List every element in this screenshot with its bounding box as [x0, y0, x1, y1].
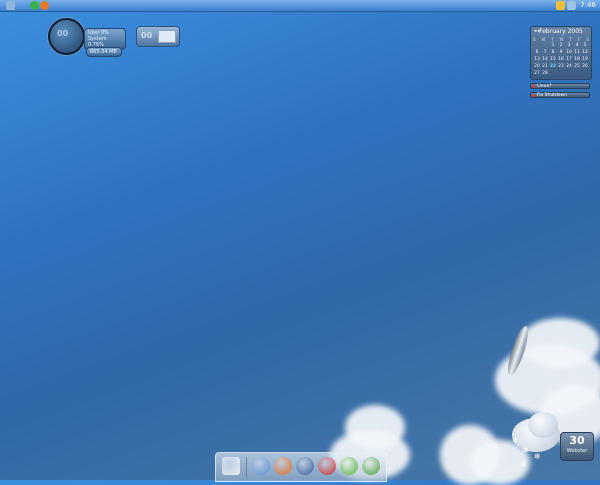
calendar-day[interactable]: 8	[549, 50, 557, 57]
calendar-day[interactable]: 24	[565, 64, 573, 71]
calendar-grid: 1 2 3 4 5 6 7 8 9 10 11 12 13 14 15 16 17 18 19 20 21 22 23 24 2…	[533, 43, 589, 78]
flag-icon[interactable]	[556, 1, 565, 10]
top-taskbar: 7:46	[0, 0, 600, 12]
calendar-day[interactable]: 6	[533, 50, 541, 57]
calendar-title: February 2005	[539, 28, 583, 35]
calendar-weekday: S	[586, 37, 589, 42]
calendar-day[interactable]: 9	[557, 50, 565, 57]
task-item[interactable]: Fix Shutdown	[530, 92, 590, 98]
calendar-day	[573, 71, 581, 78]
envelope-icon	[158, 30, 176, 43]
snowflake-icon: ❄	[534, 452, 541, 461]
firefox-icon[interactable]	[274, 457, 292, 475]
calendar-day[interactable]: 22	[549, 64, 557, 71]
snowflake-icon: ❄	[522, 446, 529, 455]
calendar-day[interactable]: 21	[541, 64, 549, 71]
calendar-day	[557, 71, 565, 78]
calendar-weekday: S	[533, 37, 536, 42]
calendar-day[interactable]: 28	[541, 71, 549, 78]
snowflake-icon: ❄	[512, 436, 519, 445]
task-priority-dot	[532, 85, 535, 88]
temperature: 30	[569, 434, 585, 447]
dock-separator	[246, 457, 247, 477]
snowflake-icon: ❄	[520, 460, 527, 469]
task-priority-dot	[532, 94, 535, 97]
mail-gadget[interactable]: 00	[136, 26, 180, 47]
calendar-day[interactable]: 14	[541, 57, 549, 64]
red-app-icon[interactable]	[318, 457, 336, 475]
notepad-icon[interactable]	[362, 457, 380, 475]
calendar-day[interactable]: 2	[557, 43, 565, 50]
calendar-day[interactable]: 7	[541, 50, 549, 57]
task-label: Fix Shutdown	[537, 93, 568, 98]
gauge-readout: 00	[57, 29, 69, 38]
calendar-day	[581, 71, 589, 78]
weather-readout: 30 Webster	[560, 432, 594, 461]
calendar-day[interactable]: 11	[573, 50, 581, 57]
calendar-day	[549, 71, 557, 78]
finder-runner-icon[interactable]	[252, 457, 270, 475]
task-label: Linux?	[537, 84, 552, 89]
cloud-puff	[528, 412, 558, 438]
green-globe-icon[interactable]	[30, 1, 39, 10]
dock	[215, 452, 387, 482]
mail-count: 00	[141, 31, 153, 40]
calendar-day[interactable]: 3	[565, 43, 573, 50]
memory-text: 665.34 MB	[90, 49, 117, 55]
calendar-day	[565, 71, 573, 78]
network-icon[interactable]	[567, 1, 576, 10]
calendar-weekday: T	[569, 37, 572, 42]
calendar-day[interactable]: 23	[557, 64, 565, 71]
memory-pill: 665.34 MB	[86, 47, 122, 57]
calendar-day[interactable]: 17	[565, 57, 573, 64]
calendar-day[interactable]: 15	[549, 57, 557, 64]
calendar-day[interactable]: 12	[581, 50, 589, 57]
calendar-day[interactable]: 18	[573, 57, 581, 64]
firefox-icon[interactable]	[40, 1, 49, 10]
calendar-day[interactable]: 27	[533, 71, 541, 78]
calendar-weekdays: SMTWTFS	[533, 37, 589, 42]
calendar-day	[533, 43, 541, 50]
drive-icon[interactable]	[222, 457, 240, 475]
calendar-day[interactable]: 4	[573, 43, 581, 50]
task-item[interactable]: Linux?	[530, 83, 590, 89]
calendar-day[interactable]: 20	[533, 64, 541, 71]
calendar-day[interactable]: 26	[581, 64, 589, 71]
calendar-day	[541, 43, 549, 50]
start-icon[interactable]	[6, 1, 15, 10]
calendar-day[interactable]: 13	[533, 57, 541, 64]
pen-desk-icon[interactable]	[296, 457, 314, 475]
calendar-day[interactable]: 19	[581, 57, 589, 64]
calendar-weekday: W	[559, 37, 564, 42]
calendar-day[interactable]: 1	[549, 43, 557, 50]
calendar-day[interactable]: 10	[565, 50, 573, 57]
calendar-day[interactable]: 25	[573, 64, 581, 71]
green-app-icon[interactable]	[340, 457, 358, 475]
weather-city: Webster	[566, 448, 588, 454]
calendar-weekday: T	[551, 37, 554, 42]
calendar-day[interactable]: 16	[557, 57, 565, 64]
clock[interactable]: 7:46	[580, 0, 596, 11]
calendar-gadget[interactable]: ◂ ▸ February 2005 SMTWTFS 1 2 3 4 5 6 7 8 9 10 11 1…	[530, 26, 592, 80]
calendar-weekday: F	[578, 37, 581, 42]
calendar-weekday: M	[541, 37, 546, 42]
calendar-day[interactable]: 5	[581, 43, 589, 50]
